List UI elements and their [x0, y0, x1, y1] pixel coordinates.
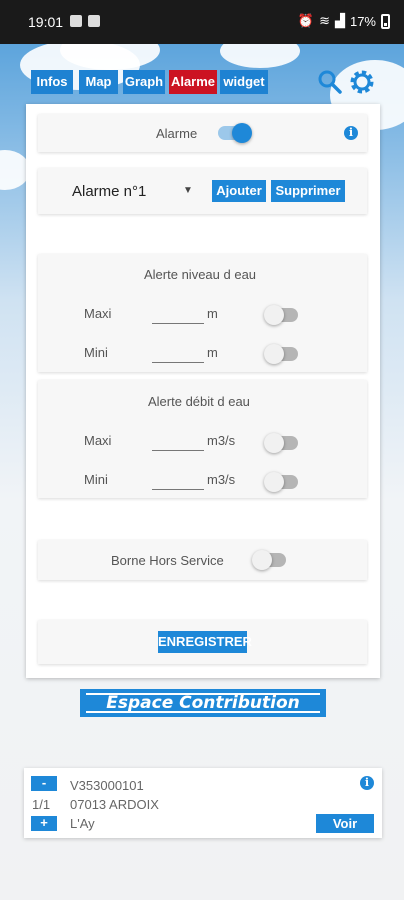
- out-of-service-label: Borne Hors Service: [111, 553, 224, 568]
- status-bar: 19:01 ⏰ ≋ ▟ 17%: [0, 0, 404, 44]
- alarm-card: Alarme i Alarme n°1 ▼ Ajouter Supprimer …: [26, 104, 380, 678]
- water-level-panel: Alerte niveau d eau Maxi m Mini m: [38, 254, 367, 372]
- water-flow-title: Alerte débit d eau: [148, 394, 250, 409]
- wifi-icon: ≋: [319, 13, 330, 28]
- water-level-min-label: Mini: [84, 345, 108, 360]
- tab-map[interactable]: Map: [79, 70, 118, 94]
- toggle-knob: [252, 550, 272, 570]
- water-flow-max-label: Maxi: [84, 433, 112, 448]
- save-button[interactable]: ENREGISTRER: [158, 631, 252, 653]
- station-commune: 07013 ARDOIX: [70, 797, 159, 812]
- toggle-knob: [264, 433, 284, 453]
- status-time: 19:01: [28, 14, 64, 30]
- water-flow-min-label: Mini: [84, 472, 108, 487]
- signal-icon: ▟: [334, 13, 345, 28]
- battery-level: 17%: [349, 13, 376, 29]
- station-card: - 1/1 + V353000101 07013 ARDOIX L'Ay i V…: [24, 768, 382, 838]
- water-flow-panel: Alerte débit d eau Maxi m3/s Mini m3/s: [38, 380, 367, 498]
- alarm-select[interactable]: Alarme n°1: [72, 183, 146, 200]
- save-panel: ENREGISTRER: [38, 620, 367, 664]
- water-flow-max-toggle[interactable]: [264, 433, 298, 453]
- tab-widget[interactable]: widget: [220, 70, 268, 94]
- next-button[interactable]: +: [31, 816, 57, 831]
- battery-icon: [381, 13, 390, 29]
- alarm-toggle-label: Alarme: [156, 126, 198, 141]
- water-level-max-input[interactable]: [152, 323, 204, 324]
- water-flow-max-input[interactable]: [152, 450, 204, 451]
- tab-alarme[interactable]: Alarme: [169, 70, 217, 94]
- water-flow-max-unit: m3/s: [207, 433, 236, 448]
- info-icon[interactable]: i: [344, 126, 358, 140]
- water-flow-min-input[interactable]: [152, 489, 204, 490]
- out-of-service-toggle[interactable]: [252, 550, 286, 570]
- image-icon: [88, 15, 100, 27]
- alarm-toggle[interactable]: [218, 123, 252, 143]
- search-icon[interactable]: [316, 68, 344, 96]
- add-alarm-button[interactable]: Ajouter: [212, 180, 266, 202]
- contribution-banner[interactable]: Espace Contribution: [80, 689, 326, 717]
- chevron-down-icon[interactable]: ▼: [183, 185, 193, 196]
- water-level-min-unit: m: [207, 345, 218, 360]
- view-button[interactable]: Voir: [316, 814, 374, 833]
- toggle-knob: [264, 344, 284, 364]
- toggle-knob: [264, 472, 284, 492]
- status-right: ⏰ ≋ ▟ 17%: [298, 13, 390, 29]
- delete-alarm-button[interactable]: Supprimer: [271, 180, 345, 202]
- water-level-max-unit: m: [207, 306, 218, 321]
- alarm-selector-panel: Alarme n°1 ▼ Ajouter Supprimer: [38, 168, 367, 214]
- toggle-knob: [232, 123, 252, 143]
- previous-button[interactable]: -: [31, 776, 57, 791]
- info-icon[interactable]: i: [360, 776, 374, 790]
- water-level-max-label: Maxi: [84, 306, 112, 321]
- out-of-service-panel: Borne Hors Service: [38, 540, 367, 580]
- gear-icon[interactable]: [348, 68, 376, 96]
- tab-infos[interactable]: Infos: [31, 70, 73, 94]
- water-flow-min-toggle[interactable]: [264, 472, 298, 492]
- water-level-title: Alerte niveau d eau: [144, 267, 257, 282]
- alarm-toggle-panel: Alarme i: [38, 114, 367, 152]
- water-level-min-toggle[interactable]: [264, 344, 298, 364]
- alarm-clock-icon: ⏰: [297, 13, 315, 28]
- station-code: V353000101: [70, 778, 144, 793]
- water-level-max-toggle[interactable]: [264, 305, 298, 325]
- station-river: L'Ay: [70, 816, 95, 831]
- water-level-min-input[interactable]: [152, 362, 204, 363]
- notification-icon: [70, 15, 82, 27]
- toggle-knob: [264, 305, 284, 325]
- tab-graph[interactable]: Graph: [123, 70, 165, 94]
- station-counter: 1/1: [32, 797, 51, 812]
- water-flow-min-unit: m3/s: [207, 472, 236, 487]
